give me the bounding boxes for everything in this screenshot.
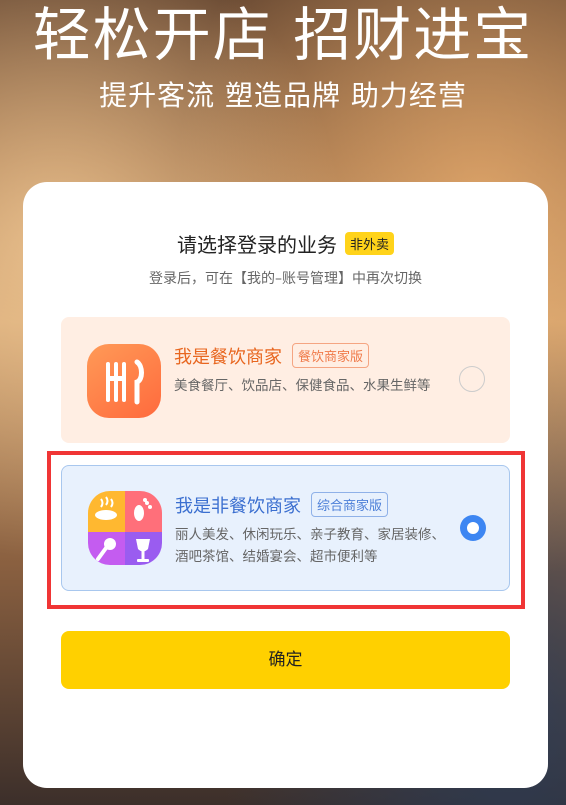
option-title: 我是餐饮商家 餐饮商家版 — [174, 343, 370, 369]
selection-highlight-box — [47, 451, 525, 609]
non-takeout-badge: 非外卖 — [344, 232, 394, 255]
switch-hint: 登录后，可在【我的–账号管理】中再次切换 — [149, 271, 422, 287]
option-version-tag: 餐饮商家版 — [292, 343, 370, 368]
option-title-text: 我是餐饮商家 — [174, 347, 282, 368]
card-title: 请选择登录的业务 — [176, 233, 337, 257]
card-title-row: 请选择登录的业务 非外卖 — [23, 229, 548, 258]
banner-headline: 轻松开店 招财进宝 — [32, 1, 534, 69]
option-description: 美食餐厅、饮品店、保健食品、水果生鲜等 — [174, 378, 431, 394]
banner-subline: 提升客流 塑造品牌 助力经营 — [99, 79, 467, 112]
utensils-icon — [87, 344, 161, 418]
option-food-merchant[interactable]: 我是餐饮商家 餐饮商家版 美食餐厅、饮品店、保健食品、水果生鲜等 — [61, 317, 510, 443]
radio-unselected[interactable] — [459, 366, 485, 392]
confirm-button[interactable]: 确定 — [61, 631, 510, 689]
